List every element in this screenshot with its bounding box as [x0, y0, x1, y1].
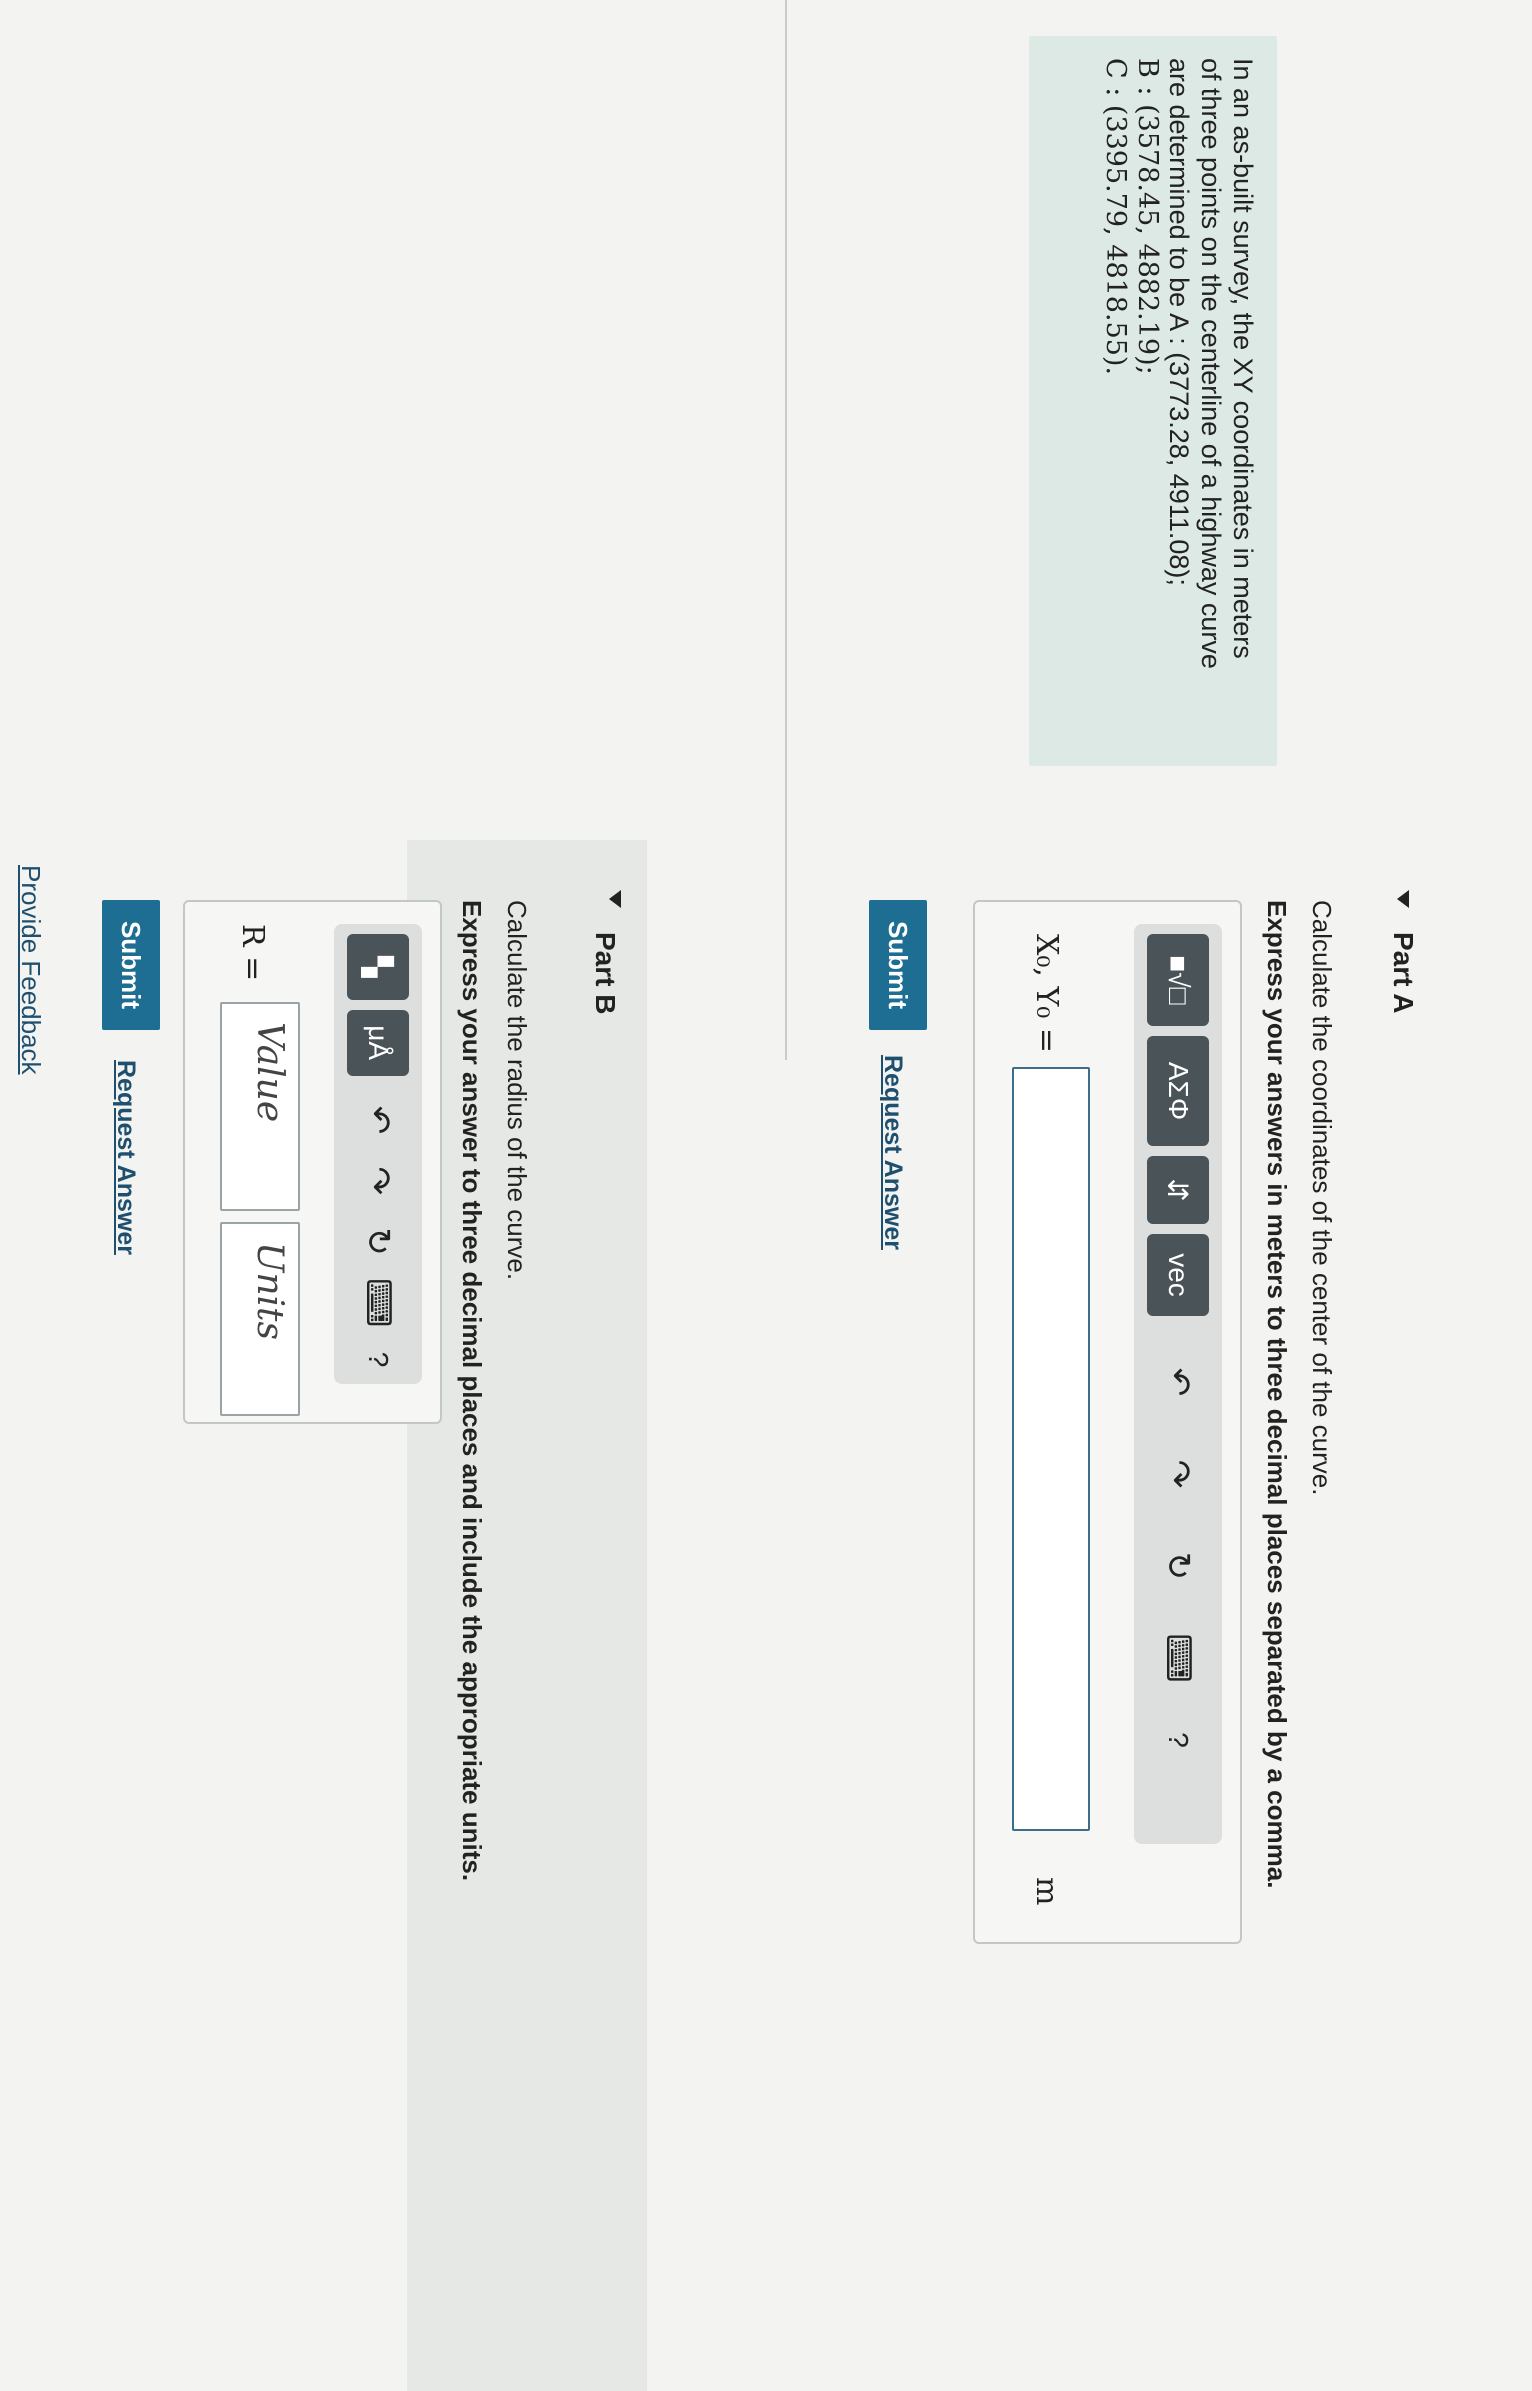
problem-statement: In an as-built survey, the XY coordinate… [1029, 36, 1277, 766]
part-b-input-label: R = [235, 924, 270, 982]
keyboard-icon[interactable]: ⌨ [352, 1278, 404, 1327]
fraction-template-icon: ▚ [362, 956, 394, 978]
arrows-button[interactable]: ⇵ [1147, 1156, 1209, 1224]
part-b-request-answer-link[interactable]: Request Answer [111, 1060, 140, 1255]
units-icon: μÅ [363, 1025, 394, 1061]
part-b-question: Calculate the radius of the curve. [502, 900, 532, 1281]
reset-icon[interactable]: ↻ [1152, 1540, 1204, 1592]
part-a-unit: m [1029, 1877, 1064, 1906]
intro-line-5: C : (3395.79, 4818.55). [1100, 58, 1131, 376]
redo-icon[interactable]: ↷ [1152, 1448, 1204, 1500]
part-a-header[interactable]: Part A [1354, 840, 1452, 2391]
templates-icon: ■√□ [1163, 955, 1194, 1005]
templates-button[interactable]: ▚ [347, 934, 409, 1000]
vec-icon: vec [1163, 1253, 1194, 1297]
part-b-title: Part B [590, 932, 621, 1015]
part-a-question: Calculate the coordinates of the center … [1307, 900, 1337, 1496]
help-icon[interactable]: ? [1152, 1714, 1204, 1766]
help-icon[interactable]: ? [352, 1335, 404, 1384]
provide-feedback-link[interactable]: Provide Feedback [15, 865, 46, 1075]
parts-panel: Part A Calculate the coordinates of the … [0, 840, 1532, 2391]
units-placeholder: Units [249, 1242, 290, 1340]
updown-arrows-icon: ⇵ [1162, 1178, 1194, 1202]
part-b-submit-button[interactable]: Submit [102, 900, 160, 1030]
part-a-answer-input[interactable] [1012, 1067, 1090, 1831]
intro-line-3: are determined to be A : (3773.28, 4911.… [1164, 58, 1194, 586]
undo-icon[interactable]: ↶ [352, 1096, 404, 1145]
greek-symbols-button[interactable]: ΑΣΦ [1147, 1036, 1209, 1146]
keyboard-icon[interactable]: ⌨ [1152, 1632, 1204, 1684]
page: In an as-built survey, the XY coordinate… [0, 0, 1532, 2391]
part-a-input-label: X₀, Y₀ = [1029, 934, 1064, 1053]
part-b-value-input[interactable]: Value [220, 1002, 300, 1211]
part-a-submit-button[interactable]: Submit [869, 900, 927, 1030]
templates-button[interactable]: ■√□ [1147, 934, 1209, 1026]
part-a-answer-box: ■√□ ΑΣΦ ⇵ vec ↶ ↷ ↻ ⌨ ? X₀, Y₀ = m [973, 900, 1242, 1944]
intro-line-1: In an as-built survey, the XY coordinate… [1228, 58, 1258, 659]
part-a-title: Part A [1388, 932, 1419, 1014]
greek-icon: ΑΣΦ [1163, 1061, 1194, 1121]
caret-down-icon [609, 890, 621, 908]
part-b-units-input[interactable]: Units [220, 1222, 300, 1416]
caret-down-icon [1397, 890, 1409, 908]
part-a-request-answer-link[interactable]: Request Answer [878, 1055, 907, 1250]
part-b-math-toolbar: ▚ μÅ ↶ ↷ ↻ ⌨ ? [334, 924, 422, 1384]
reset-icon[interactable]: ↻ [352, 1217, 404, 1266]
part-a-math-toolbar: ■√□ ΑΣΦ ⇵ vec ↶ ↷ ↻ ⌨ ? [1134, 924, 1222, 1844]
value-placeholder: Value [249, 1022, 290, 1123]
part-b-instruction: Express your answer to three decimal pla… [457, 900, 487, 1882]
part-a-instruction: Express your answers in meters to three … [1262, 900, 1292, 1889]
redo-icon[interactable]: ↷ [352, 1156, 404, 1205]
intro-line-2: of three points on the centerline of a h… [1196, 58, 1226, 669]
vector-button[interactable]: vec [1147, 1234, 1209, 1316]
undo-icon[interactable]: ↶ [1152, 1356, 1204, 1408]
part-b-answer-box: ▚ μÅ ↶ ↷ ↻ ⌨ ? R = Value Units [183, 900, 442, 1424]
intro-line-4: B : (3578.45, 4882.19); [1132, 58, 1163, 375]
units-button[interactable]: μÅ [347, 1009, 409, 1076]
